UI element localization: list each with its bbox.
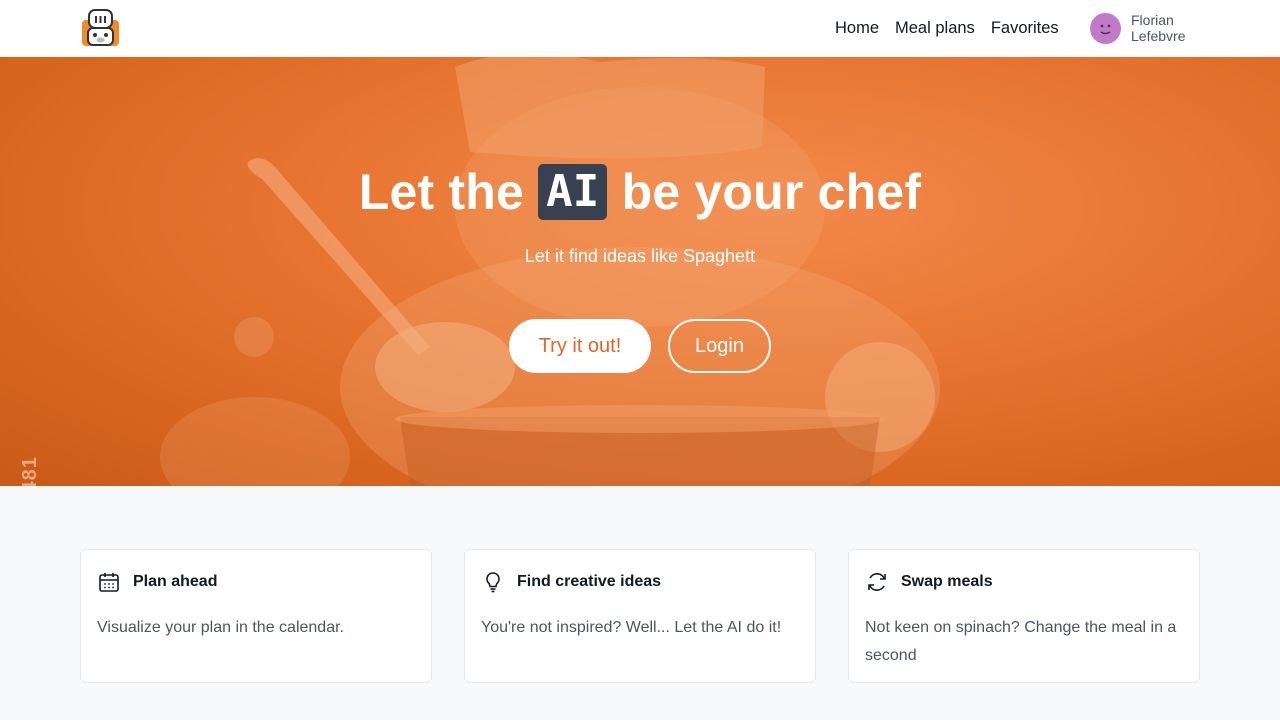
hero-title-end: be your chef [621,164,922,220]
main-nav: Home Meal plans Favorites [835,18,1059,38]
feature-title: Plan ahead [133,573,218,590]
hero-banner: 3605481 Let the AI be your chef Let it f… [0,57,1280,486]
feature-card-swap-meals: Swap meals Not keen on spinach? Change t… [848,549,1200,683]
try-it-out-button[interactable]: Try it out! [509,319,651,373]
feature-title: Swap meals [901,573,993,590]
refresh-icon [868,573,886,591]
hero-title: Let the AI be your chef [0,163,1280,221]
chef-cat-illustration [160,57,940,486]
login-button[interactable]: Login [668,319,771,373]
calendar-icon [99,573,119,592]
lightbulb-icon [486,572,500,593]
feature-card-plan-ahead: Plan ahead Visualize your plan in the ca… [80,549,432,683]
feature-description: Not keen on spinach? Change the meal in … [865,619,1177,664]
hero-title-start: Let the [358,164,524,220]
feature-description: You're not inspired? Well... Let the AI … [481,619,782,636]
user-name: Florian Lefebvre [1131,12,1186,44]
feature-card-creative-ideas: Find creative ideas You're not inspired?… [464,549,816,683]
user-menu[interactable]: Florian Lefebvre [1090,12,1201,44]
avatar [1090,12,1121,44]
nav-home-link[interactable]: Home [835,18,879,38]
chef-logo-icon[interactable] [80,8,121,48]
nav-favorites-link[interactable]: Favorites [991,18,1059,38]
feature-title: Find creative ideas [517,573,662,590]
top-navbar: Home Meal plans Favorites Florian Lefebv… [0,0,1280,57]
nav-meal-plans-link[interactable]: Meal plans [895,18,975,38]
feature-description: Visualize your plan in the calendar. [97,619,344,636]
ai-highlight-chip: AI [538,164,608,220]
stock-watermark: 3605481 [19,456,42,486]
hero-subtitle: Let it find ideas like Spaghett [524,246,756,266]
